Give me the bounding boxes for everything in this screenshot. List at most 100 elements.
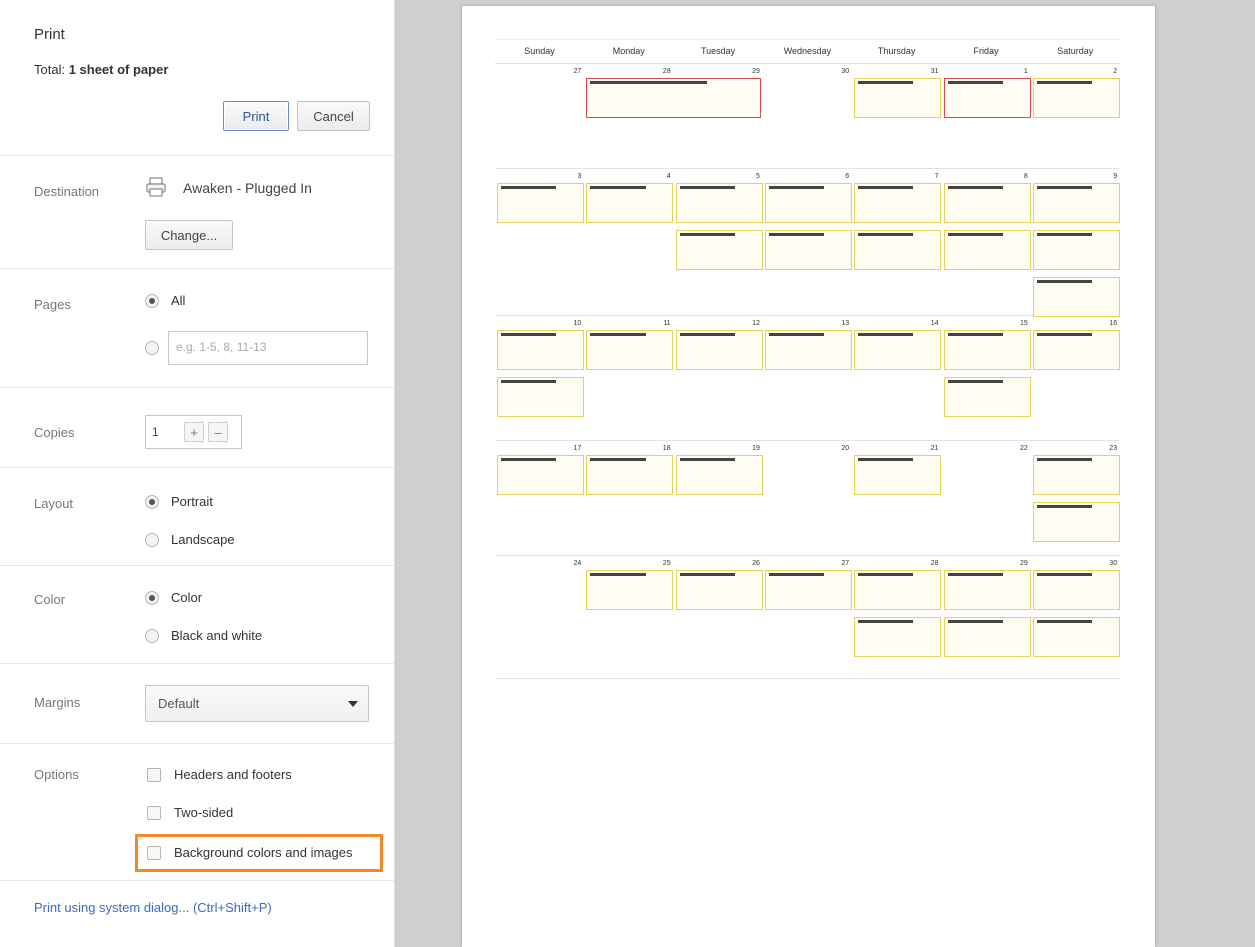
copies-stepper[interactable]: 1 + – — [145, 415, 242, 449]
calendar-event — [1032, 617, 1120, 657]
layout-portrait-option[interactable]: Portrait — [145, 494, 213, 509]
summary-value: 1 sheet of paper — [68, 62, 169, 77]
summary-prefix: Total: — [34, 62, 69, 77]
day-number: 19 — [752, 445, 760, 452]
event-title-bar — [1036, 233, 1093, 236]
layout-landscape-label: Landscape — [171, 532, 235, 547]
layout-portrait-radio[interactable] — [145, 494, 159, 509]
copies-input[interactable]: 1 — [146, 425, 184, 439]
copies-increment-button[interactable]: + — [184, 422, 204, 442]
event-title-bar — [679, 458, 735, 461]
calendar-event — [943, 570, 1031, 610]
printer-icon — [146, 177, 166, 197]
calendar-event — [764, 230, 852, 270]
calendar-event — [675, 330, 763, 370]
event-title-bar — [768, 233, 825, 236]
calendar-event — [497, 183, 584, 223]
print-settings-panel: Print Total: 1 sheet of paper Print Canc… — [0, 0, 395, 947]
calendar-week-row: 24 25 26 27 28 29 30 — [495, 556, 1120, 679]
weekday-label: Monday — [612, 46, 645, 56]
pages-label: Pages — [34, 297, 71, 312]
color-color-label: Color — [171, 590, 203, 605]
weekday-label: Thursday — [877, 46, 916, 56]
calendar-event — [1032, 570, 1120, 610]
weekday-label: Tuesday — [701, 46, 736, 56]
background-graphics-option[interactable]: Background colors and images — [147, 845, 353, 860]
event-title-bar — [1036, 280, 1093, 283]
event-title-bar — [1036, 505, 1093, 508]
color-bw-option[interactable]: Black and white — [145, 628, 262, 643]
layout-landscape-option[interactable]: Landscape — [145, 532, 235, 547]
divider — [0, 387, 394, 388]
event-title-bar — [947, 333, 1003, 336]
pages-range-input[interactable]: e.g. 1-5, 8, 11-13 — [168, 331, 368, 365]
day-number: 9 — [1113, 173, 1118, 180]
event-title-bar — [947, 81, 1003, 84]
calendar-event — [497, 330, 584, 370]
two-sided-option[interactable]: Two-sided — [147, 805, 233, 820]
event-title-bar — [679, 333, 735, 336]
cancel-button[interactable]: Cancel — [297, 101, 370, 131]
calendar-event — [1032, 78, 1120, 118]
calendar-event — [854, 570, 942, 610]
weekday-label: Sunday — [524, 46, 555, 56]
color-bw-radio[interactable] — [145, 628, 159, 643]
day-number: 6 — [845, 173, 850, 180]
event-title-bar — [679, 233, 735, 236]
color-label: Color — [34, 592, 66, 607]
calendar-event — [943, 617, 1031, 657]
event-title-bar — [501, 186, 557, 189]
day-number: 29 — [752, 68, 760, 75]
day-number: 28 — [930, 560, 939, 567]
event-title-bar — [768, 573, 825, 576]
calendar-event — [854, 230, 942, 270]
print-button[interactable]: Print — [223, 101, 289, 131]
calendar-event — [497, 455, 584, 495]
print-preview-area[interactable]: Sunday Monday Tuesday Wednesday Thursday Frid… — [395, 0, 1255, 947]
event-title-bar — [1036, 573, 1093, 576]
sheet-summary: Total: 1 sheet of paper — [34, 62, 168, 77]
calendar-event — [854, 330, 942, 370]
calendar-event — [854, 617, 942, 657]
two-sided-checkbox[interactable] — [147, 805, 161, 820]
day-number: 31 — [930, 68, 939, 75]
calendar-week-row: 17 18 19 20 21 22 23 — [495, 441, 1120, 556]
event-title-bar — [679, 186, 735, 189]
event-title-bar — [947, 380, 1003, 383]
dialog-title: Print — [34, 26, 65, 43]
color-color-radio[interactable] — [145, 590, 159, 605]
event-title-bar — [858, 233, 914, 236]
headers-footers-checkbox[interactable] — [147, 767, 161, 782]
calendar-event — [497, 377, 584, 417]
event-title-bar — [858, 573, 914, 576]
day-number: 3 — [577, 173, 582, 180]
background-graphics-checkbox[interactable] — [147, 845, 161, 860]
pages-all-option[interactable]: All — [145, 293, 185, 308]
event-title-bar — [501, 458, 557, 461]
day-number: 15 — [1020, 320, 1028, 327]
divider — [0, 663, 394, 664]
layout-landscape-radio[interactable] — [145, 532, 159, 547]
weekday-label: Friday — [973, 46, 999, 56]
divider — [0, 743, 394, 744]
calendar-event — [586, 455, 674, 495]
calendar-event — [675, 230, 763, 270]
copies-label: Copies — [34, 425, 75, 440]
copies-decrement-button[interactable]: – — [208, 422, 228, 442]
change-destination-button[interactable]: Change... — [145, 220, 233, 250]
system-dialog-link[interactable]: Print using system dialog... (Ctrl+Shift… — [34, 900, 272, 915]
day-number: 18 — [662, 445, 671, 452]
calendar-event — [943, 330, 1031, 370]
day-number: 29 — [1020, 560, 1028, 567]
pages-custom-radio[interactable] — [145, 341, 159, 355]
event-title-bar — [1036, 81, 1093, 84]
weekday-label: Saturday — [1057, 46, 1094, 56]
color-color-option[interactable]: Color — [145, 590, 202, 605]
day-number: 27 — [573, 68, 582, 75]
margins-select[interactable]: Default — [145, 685, 369, 722]
calendar-event — [943, 78, 1031, 118]
day-number: 13 — [841, 320, 850, 327]
pages-all-radio[interactable] — [145, 293, 159, 308]
headers-footers-option[interactable]: Headers and footers — [147, 767, 292, 782]
calendar-event — [675, 455, 763, 495]
